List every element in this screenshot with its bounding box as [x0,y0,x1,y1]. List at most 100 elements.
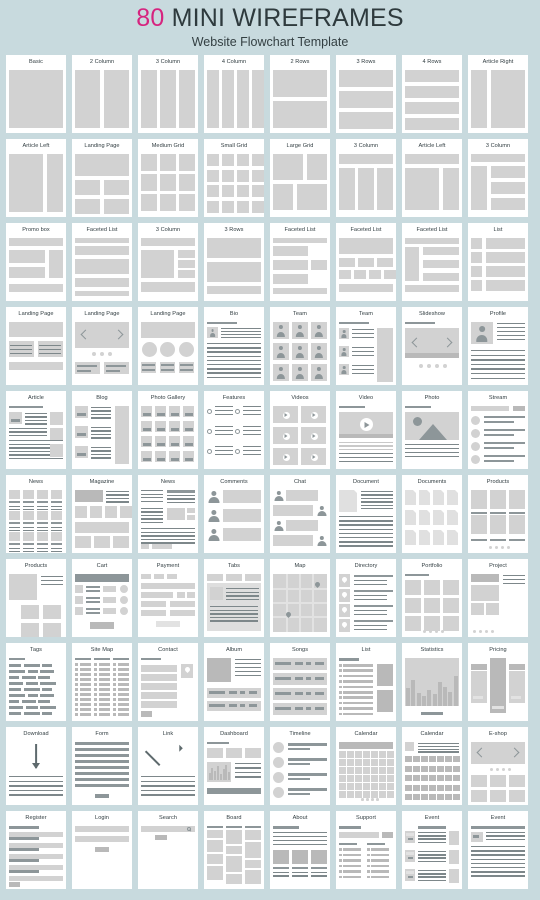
wireframe-card[interactable]: Payment [138,559,198,637]
wireframe-card[interactable]: Faceted List [270,223,330,301]
wireframe-card[interactable]: Document [336,475,396,553]
wireframe-card[interactable]: Chat [270,475,330,553]
wireframe-card[interactable]: Map [270,559,330,637]
wireframe-preview-stream [471,404,525,466]
wireframe-card[interactable]: Promo box [6,223,66,301]
wireframe-card[interactable]: Project [468,559,528,637]
wireframe-card[interactable]: Profile [468,307,528,385]
wireframe-card[interactable]: 3 Rows [204,223,264,301]
wireframe-card[interactable]: Small Grid [204,139,264,217]
wireframe-card[interactable]: Faceted List [336,223,396,301]
wireframe-card[interactable]: Landing Page [72,139,132,217]
wireframe-card[interactable]: Statistics [402,643,462,721]
wireframe-card[interactable]: 3 Column [138,55,198,133]
wireframe-card[interactable]: 4 Rows [402,55,462,133]
wireframe-card[interactable]: Article Left [402,139,462,217]
wireframe-card[interactable]: List [336,643,396,721]
wireframe-card[interactable]: Directory [336,559,396,637]
wireframe-card[interactable]: Event [468,811,528,889]
wireframe-card-label: Video [358,395,374,401]
wireframe-card[interactable]: 4 Column [204,55,264,133]
wireframe-preview-col4 [207,68,264,130]
wireframe-card[interactable]: E-shop [468,727,528,805]
wireframe-preview-products2 [9,572,63,637]
wireframe-card[interactable]: Videos [270,391,330,469]
wireframe-card[interactable]: Landing Page [138,307,198,385]
wireframe-card[interactable]: Products [468,475,528,553]
wireframe-card-label: Photo [424,395,440,401]
wireframe-card[interactable]: Register [6,811,66,889]
wireframe-card[interactable]: Event [402,811,462,889]
wireframe-card[interactable]: Calendar [336,727,396,805]
wireframe-card[interactable]: About [270,811,330,889]
wireframe-card-label: Features [222,395,246,401]
wireframe-card[interactable]: Blog [72,391,132,469]
wireframe-card[interactable]: Slideshow [402,307,462,385]
wireframe-card[interactable]: Magazine [72,475,132,553]
wireframe-card-label: Promo box [22,227,50,233]
wireframe-card[interactable]: News [6,475,66,553]
wireframe-card[interactable]: Basic [6,55,66,133]
wireframe-card[interactable]: Tags [6,643,66,721]
wireframe-card[interactable]: Songs [270,643,330,721]
wireframe-card[interactable]: Login [72,811,132,889]
wireframe-card[interactable]: Article Right [468,55,528,133]
wireframe-preview-col3d [141,236,195,298]
wireframe-card-label: 3 Column [485,143,511,149]
wireframe-card-label: Project [489,563,507,569]
wireframe-preview-download [9,740,63,802]
wireframe-preview-chat [273,488,327,550]
wireframe-card[interactable]: Article Left [6,139,66,217]
wireframe-card[interactable]: Album [204,643,264,721]
wireframe-card[interactable]: Documents [402,475,462,553]
wireframe-card[interactable]: Tabs [204,559,264,637]
wireframe-card[interactable]: Site Map [72,643,132,721]
wireframe-card[interactable]: Faceted List [72,223,132,301]
wireframe-card[interactable]: Search [138,811,198,889]
wireframe-card[interactable]: Bio [204,307,264,385]
wireframe-card[interactable]: Faceted List [402,223,462,301]
wireframe-card[interactable]: Calendar [402,727,462,805]
wireframe-card[interactable]: Board [204,811,264,889]
wireframe-card[interactable]: Features [204,391,264,469]
wireframe-card[interactable]: Dashboard [204,727,264,805]
wireframe-card-label: Login [95,815,109,821]
wireframe-card[interactable]: Support [336,811,396,889]
wireframe-card[interactable]: Pricing [468,643,528,721]
wireframe-card-label: Faceted List [284,227,316,233]
wireframe-card-label: Magazine [89,479,115,485]
wireframe-card[interactable]: Timeline [270,727,330,805]
wireframe-card-label: Statistics [420,647,444,653]
wireframe-card[interactable]: Download [6,727,66,805]
wireframe-card[interactable]: Cart [72,559,132,637]
title-text: MINI WIREFRAMES [164,4,404,32]
wireframe-card[interactable]: Article [6,391,66,469]
wireframe-card-label: Blog [96,395,108,401]
wireframe-card[interactable]: 3 Rows [336,55,396,133]
wireframe-card[interactable]: Landing Page [72,307,132,385]
wireframe-card[interactable]: 3 Column [138,223,198,301]
wireframe-card-label: List [493,227,503,233]
wireframe-card[interactable]: Medium Grid [138,139,198,217]
wireframe-card[interactable]: Photo [402,391,462,469]
wireframe-card[interactable]: Team [336,307,396,385]
wireframe-preview-tags [9,656,63,718]
wireframe-card[interactable]: 2 Rows [270,55,330,133]
wireframe-card[interactable]: Stream [468,391,528,469]
wireframe-card[interactable]: 2 Column [72,55,132,133]
wireframe-card[interactable]: Comments [204,475,264,553]
wireframe-card[interactable]: Team [270,307,330,385]
wireframe-card[interactable]: 3 Column [336,139,396,217]
wireframe-card[interactable]: Video [336,391,396,469]
wireframe-card[interactable]: Contact [138,643,198,721]
wireframe-card[interactable]: Landing Page [6,307,66,385]
wireframe-card[interactable]: Form [72,727,132,805]
wireframe-card[interactable]: 3 Column [468,139,528,217]
wireframe-card[interactable]: Link [138,727,198,805]
wireframe-card[interactable]: News [138,475,198,553]
wireframe-card[interactable]: Photo Gallery [138,391,198,469]
wireframe-card[interactable]: Portfolio [402,559,462,637]
wireframe-card[interactable]: Products [6,559,66,637]
wireframe-card[interactable]: Large Grid [270,139,330,217]
wireframe-card[interactable]: List [468,223,528,301]
